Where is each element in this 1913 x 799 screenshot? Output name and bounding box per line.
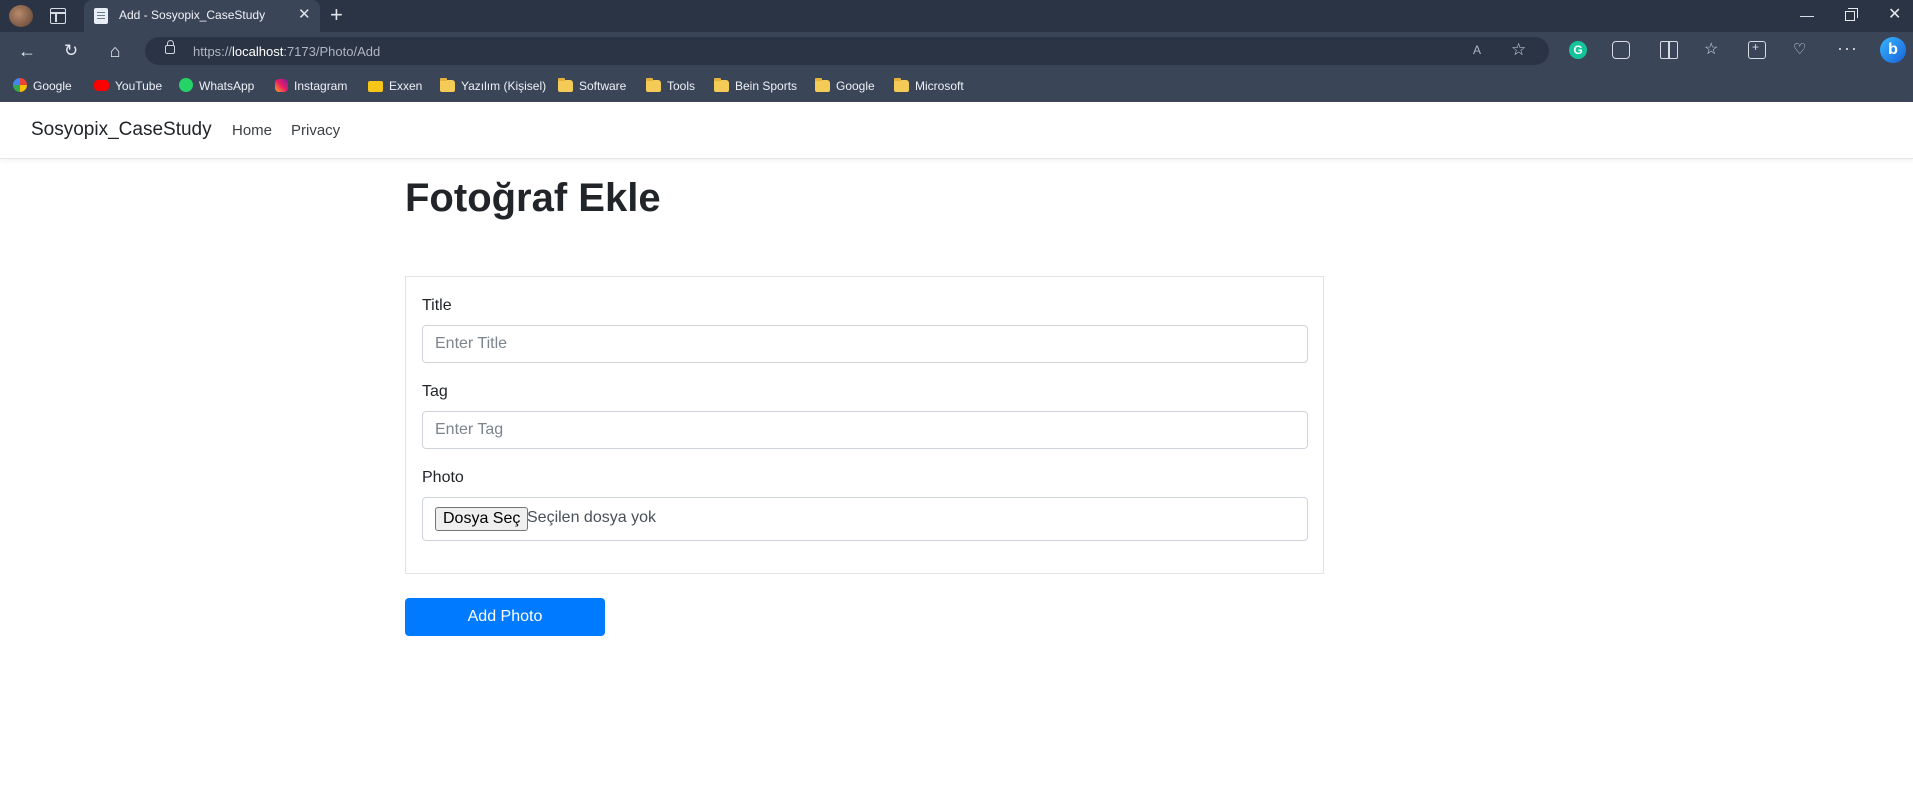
close-tab-icon[interactable]: ✕: [298, 7, 311, 23]
bookmark-label: Microsoft: [915, 79, 964, 93]
bookmark-label: YouTube: [115, 79, 163, 93]
bookmark-youtube[interactable]: YouTube: [94, 76, 162, 96]
bookmark-folder-yazilim[interactable]: Yazılım (Kişisel): [440, 76, 546, 96]
bookmark-folder-bein-sports[interactable]: Bein Sports: [714, 76, 797, 96]
bookmark-folder-tools[interactable]: Tools: [646, 76, 695, 96]
folder-icon: [440, 78, 455, 92]
url-host: localhost: [232, 44, 284, 59]
url-text[interactable]: https://localhost:7173/Photo/Add: [193, 44, 380, 59]
file-status-text: Seçilen dosya yok: [527, 509, 656, 526]
add-photo-button[interactable]: Add Photo: [405, 598, 605, 636]
address-bar[interactable]: https://localhost:7173/Photo/Add A ☆: [145, 37, 1549, 65]
new-tab-button[interactable]: +: [330, 3, 343, 27]
bookmark-exxen[interactable]: Exxen: [368, 76, 422, 96]
youtube-icon: [94, 80, 109, 91]
bing-copilot-icon[interactable]: b: [1880, 37, 1906, 63]
photo-file-input[interactable]: Dosya Seç Seçilen dosya yok: [422, 497, 1308, 541]
bookmark-whatsapp[interactable]: WhatsApp: [179, 76, 254, 96]
grammarly-extension-icon[interactable]: G: [1569, 41, 1587, 59]
nav-link-privacy[interactable]: Privacy: [291, 122, 340, 139]
url-path: :7173/Photo/Add: [283, 44, 381, 59]
bookmark-label: Software: [579, 79, 627, 93]
browser-essentials-icon[interactable]: ♡: [1793, 41, 1811, 59]
bookmark-folder-microsoft[interactable]: Microsoft: [894, 76, 964, 96]
restore-button[interactable]: [1845, 8, 1858, 21]
google-icon: [13, 78, 27, 92]
bookmark-label: Google: [836, 79, 875, 93]
settings-menu-icon[interactable]: ···: [1837, 39, 1857, 59]
bookmark-label: WhatsApp: [199, 79, 255, 93]
lock-icon[interactable]: [165, 40, 175, 54]
tab-actions-icon[interactable]: [50, 8, 66, 24]
page-title: Fotoğraf Ekle: [405, 176, 661, 220]
tab-title: Add - Sosyopix_CaseStudy: [119, 8, 266, 22]
favorite-star-icon[interactable]: ☆: [1511, 40, 1526, 60]
home-button[interactable]: ⌂: [104, 40, 126, 62]
site-brand-link[interactable]: Sosyopix_CaseStudy: [31, 119, 212, 141]
bookmark-label: Yazılım (Kişisel): [461, 79, 547, 93]
browser-tab-active[interactable]: Add - Sosyopix_CaseStudy ✕: [84, 0, 320, 32]
profile-avatar[interactable]: [9, 5, 33, 27]
back-button[interactable]: ←: [16, 40, 38, 62]
url-scheme: https://: [193, 44, 233, 59]
collections-icon[interactable]: [1748, 40, 1766, 59]
window-close-button[interactable]: ✕: [1888, 6, 1901, 24]
bookmark-label: Instagram: [294, 79, 348, 93]
bookmark-label: Bein Sports: [735, 79, 798, 93]
bookmark-google[interactable]: Google: [13, 76, 72, 96]
split-screen-icon[interactable]: [1660, 41, 1678, 59]
read-aloud-icon[interactable]: A: [1473, 43, 1481, 57]
bookmark-instagram[interactable]: Instagram: [275, 76, 347, 96]
tag-label: Tag: [422, 383, 448, 400]
favorites-icon[interactable]: ☆: [1704, 41, 1722, 59]
photo-label: Photo: [422, 469, 464, 486]
nav-link-home[interactable]: Home: [232, 122, 272, 139]
minimize-button[interactable]: —: [1800, 6, 1814, 24]
whatsapp-icon: [179, 78, 193, 92]
site-navbar: Sosyopix_CaseStudy Home Privacy: [0, 102, 1913, 159]
tag-input[interactable]: [422, 411, 1308, 449]
bookmark-label: Exxen: [389, 79, 423, 93]
bookmark-folder-google[interactable]: Google: [815, 76, 875, 96]
choose-file-button[interactable]: Dosya Seç: [435, 507, 529, 531]
title-input[interactable]: [422, 325, 1308, 363]
extensions-icon[interactable]: [1612, 41, 1630, 59]
folder-icon: [646, 78, 661, 92]
photo-form-card: Title Tag Photo Dosya Seç Seçilen dosya …: [405, 276, 1324, 574]
folder-icon: [714, 78, 729, 92]
bookmark-folder-software[interactable]: Software: [558, 76, 626, 96]
folder-icon: [558, 78, 573, 92]
bookmark-label: Google: [33, 79, 72, 93]
title-label: Title: [422, 297, 452, 314]
folder-icon: [894, 78, 909, 92]
bookmark-label: Tools: [667, 79, 696, 93]
browser-tab-strip: Add - Sosyopix_CaseStudy ✕ + — ✕: [0, 0, 1913, 32]
instagram-icon: [275, 79, 288, 92]
folder-icon: [815, 78, 830, 92]
reload-button[interactable]: ↻: [60, 40, 82, 62]
exxen-icon: [368, 81, 383, 92]
page-favicon-icon: [94, 8, 108, 24]
